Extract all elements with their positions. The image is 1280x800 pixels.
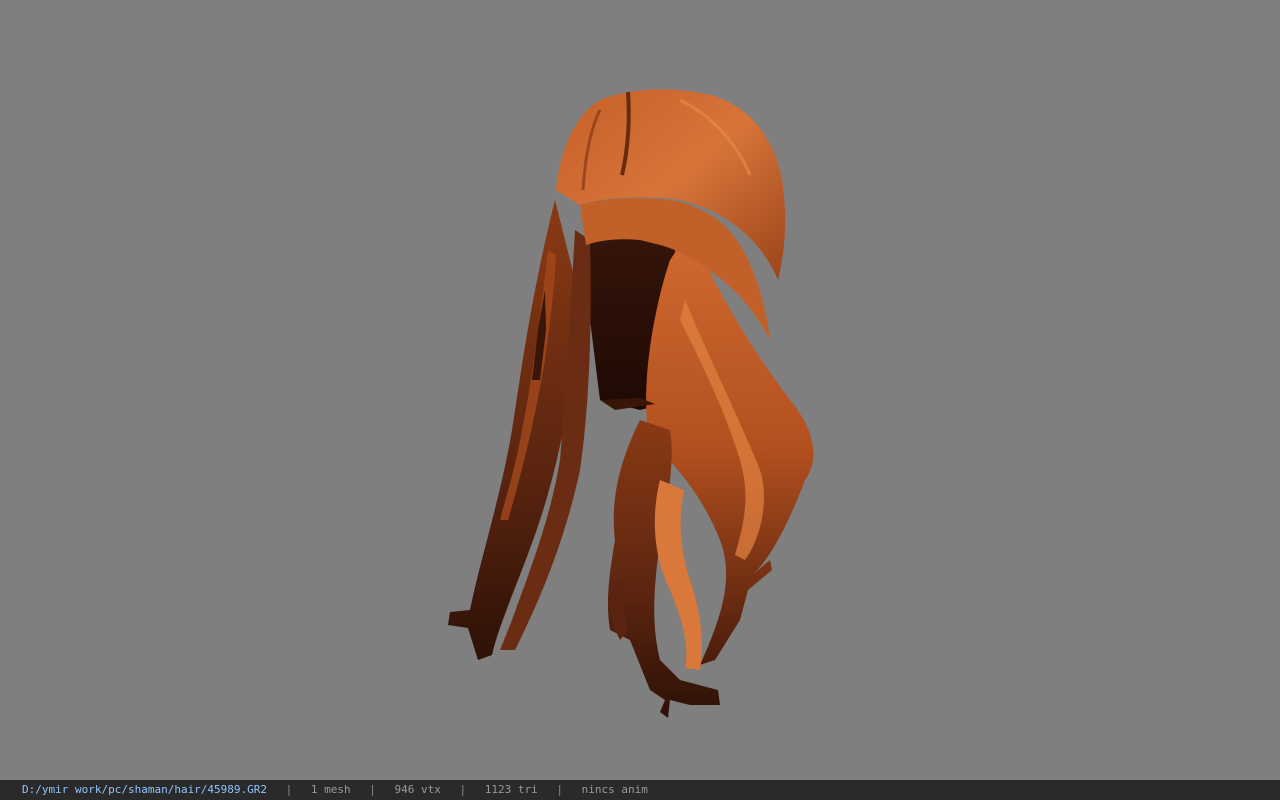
vertex-count: 946 vtx xyxy=(394,783,441,796)
hair-lock-left-outer xyxy=(448,200,580,660)
status-separator: | xyxy=(285,783,293,796)
mesh-count: 1 mesh xyxy=(310,783,351,796)
triangle-count: 1123 tri xyxy=(484,783,538,796)
file-path: D:/ymir work/pc/shaman/hair/45989.GR2 xyxy=(22,783,268,796)
status-bar: D:/ymir work/pc/shaman/hair/45989.GR2 | … xyxy=(0,780,1280,800)
hair-lock-right-curl xyxy=(654,480,702,670)
animation-status: nincs anim xyxy=(581,783,648,796)
hair-model xyxy=(448,89,814,718)
status-separator: | xyxy=(459,783,467,796)
3d-viewport[interactable] xyxy=(0,0,1280,780)
status-separator: | xyxy=(369,783,376,796)
status-separator: | xyxy=(556,783,564,796)
